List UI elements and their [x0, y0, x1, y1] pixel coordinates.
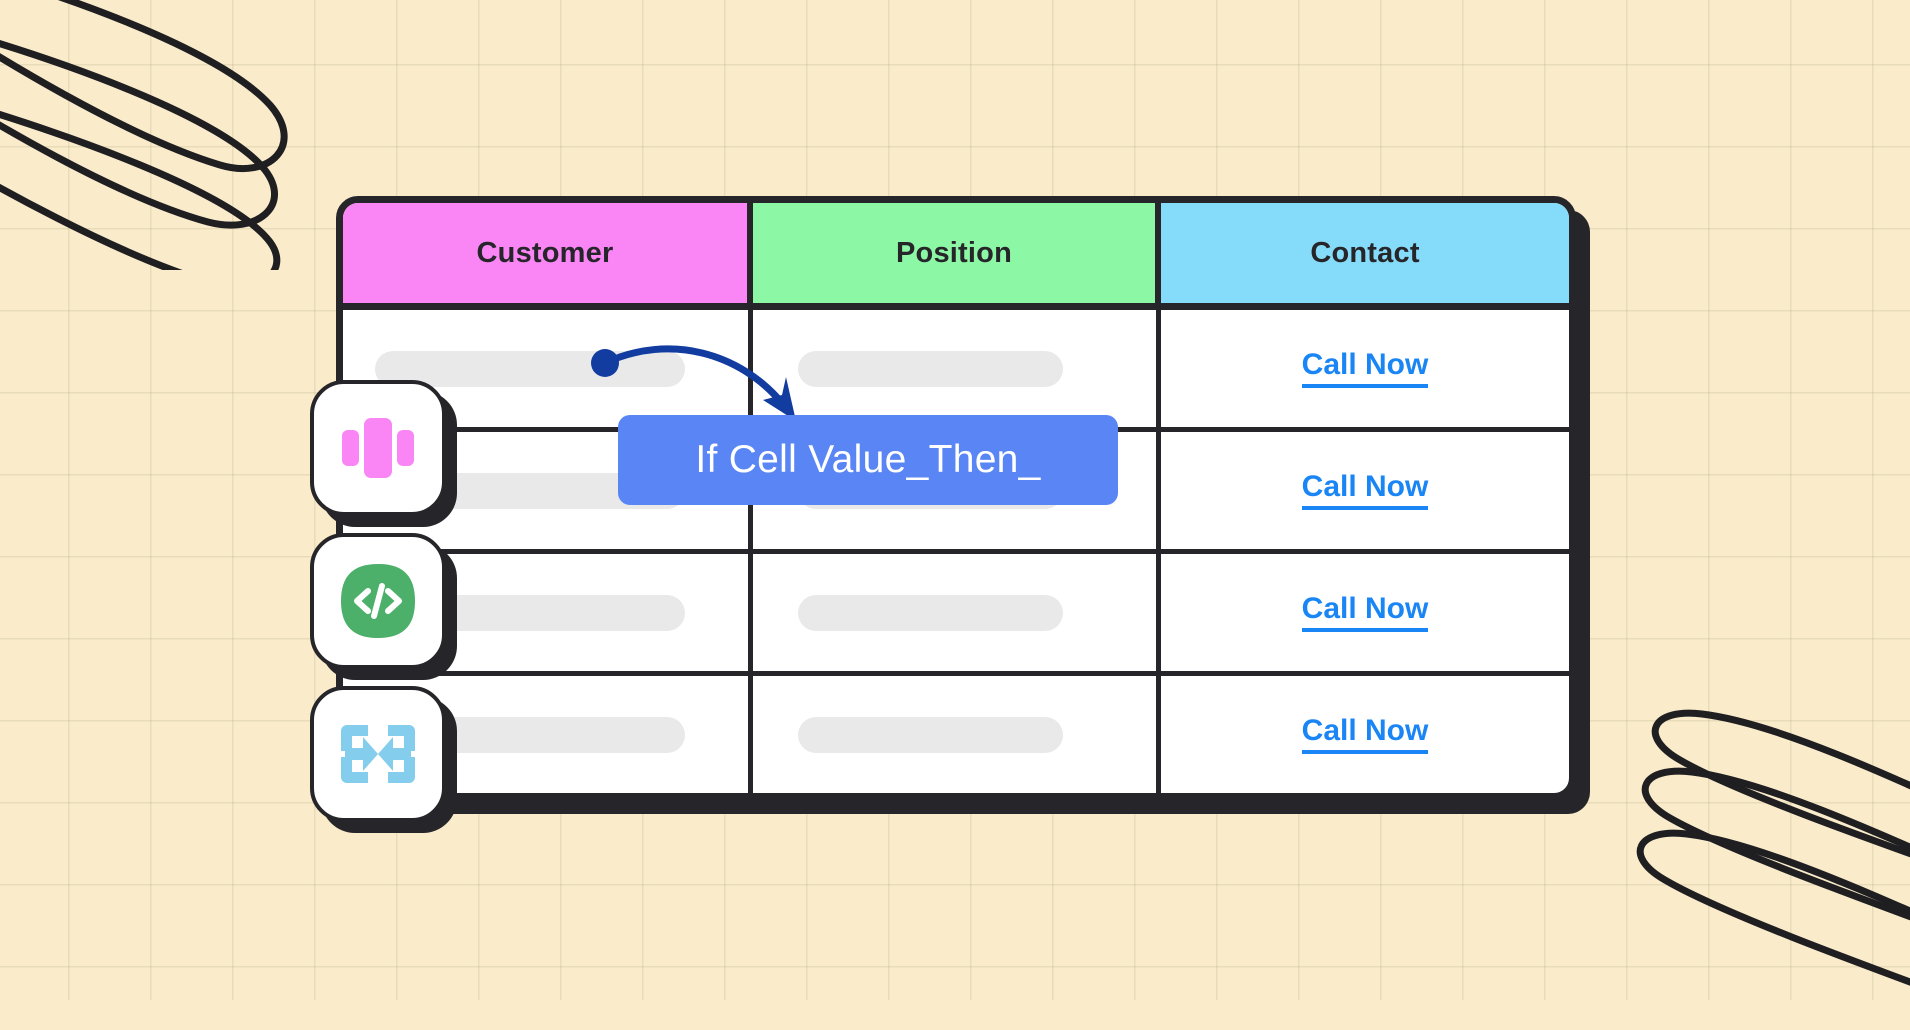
table-row: Call Now: [343, 676, 1569, 793]
cell-position[interactable]: [753, 310, 1161, 427]
call-now-link[interactable]: Call Now: [1301, 471, 1429, 510]
placeholder-bar: [798, 716, 1063, 753]
placeholder-bar: [798, 350, 1063, 387]
cell-contact: Call Now: [1161, 554, 1569, 671]
if-cell-value-tooltip[interactable]: If Cell Value_Then_: [618, 415, 1118, 505]
column-header-contact[interactable]: Contact: [1161, 203, 1569, 303]
scribble-doodle-bottom-right: [1636, 709, 1910, 986]
compress-button[interactable]: [310, 686, 446, 822]
code-button[interactable]: [310, 533, 446, 669]
cell-contact: Call Now: [1161, 310, 1569, 427]
column-header-customer-label: Customer: [476, 236, 614, 269]
call-now-link[interactable]: Call Now: [1301, 715, 1429, 754]
carousel-icon: [342, 418, 414, 478]
table-row: Call Now: [343, 310, 1569, 432]
call-now-link[interactable]: Call Now: [1301, 349, 1429, 388]
table-header-row: Customer Position Contact: [343, 203, 1569, 310]
column-header-customer[interactable]: Customer: [343, 203, 753, 303]
cell-contact: Call Now: [1161, 432, 1569, 549]
table-row: Call Now: [343, 554, 1569, 676]
cell-position[interactable]: [753, 554, 1161, 671]
cell-position[interactable]: [753, 676, 1161, 793]
column-header-position[interactable]: Position: [753, 203, 1161, 303]
carousel-button[interactable]: [310, 380, 446, 516]
column-header-position-label: Position: [896, 236, 1012, 269]
scribble-doodle-top-left: [0, 0, 288, 270]
code-icon: [341, 564, 415, 638]
cell-contact: Call Now: [1161, 676, 1569, 793]
call-now-link[interactable]: Call Now: [1301, 593, 1429, 632]
placeholder-bar: [798, 594, 1063, 631]
column-header-contact-label: Contact: [1310, 236, 1420, 269]
tooltip-label: If Cell Value_Then_: [695, 438, 1041, 481]
compress-icon: [341, 725, 415, 783]
